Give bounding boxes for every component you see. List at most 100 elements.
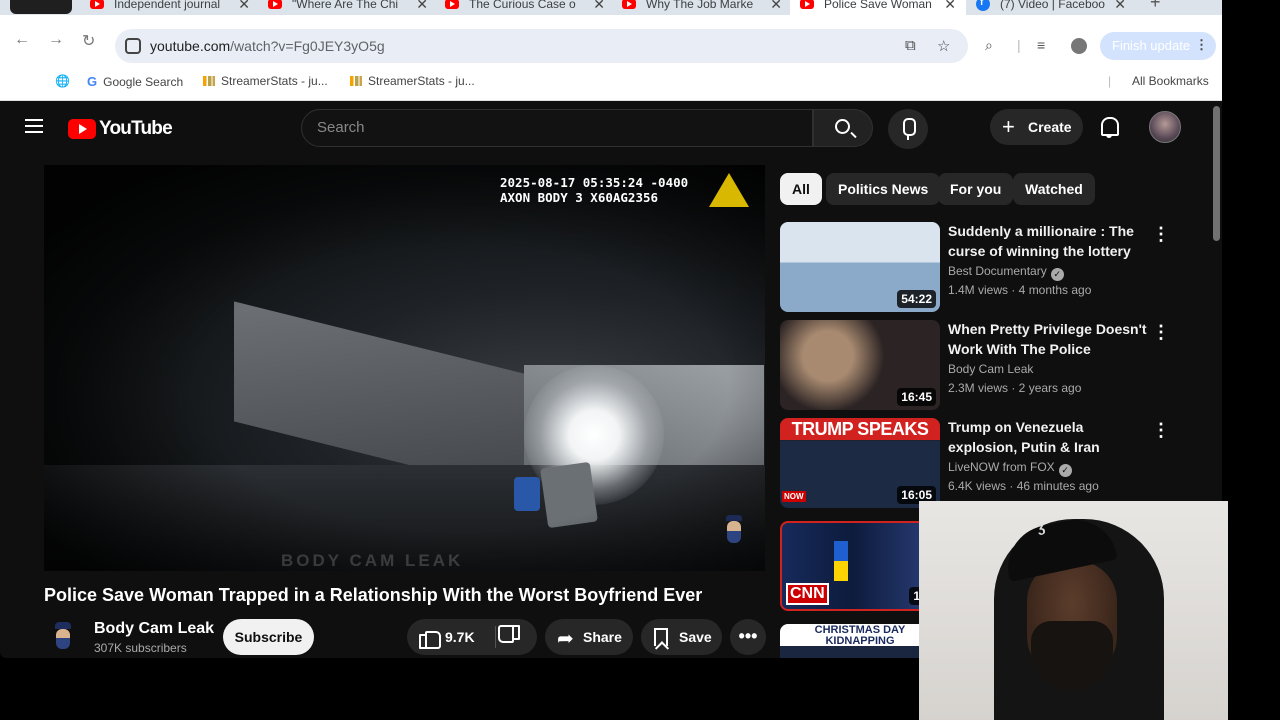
channel-watermark: BODY CAM LEAK bbox=[281, 551, 464, 570]
more-actions-button[interactable]: ••• bbox=[730, 619, 766, 655]
forward-icon[interactable]: → bbox=[48, 31, 64, 49]
video-thumbnail[interactable]: 54:22 bbox=[780, 222, 940, 312]
recommendation-channel-row: Best Documentary ✓ bbox=[948, 264, 1064, 281]
site-info-icon[interactable] bbox=[125, 38, 141, 54]
video-thumbnail[interactable]: 16:45 bbox=[780, 320, 940, 410]
tab-6[interactable]: (7) Video | Faceboo ✕ bbox=[976, 0, 1136, 15]
bodycam-timestamp: 2025-08-17 05:35:24 -0400 bbox=[500, 175, 689, 190]
bookmark-star-icon[interactable]: ☆ bbox=[937, 37, 950, 55]
recommendation-item[interactable]: 54:22 Suddenly a millionaire : The curse… bbox=[780, 222, 1200, 312]
duration-badge: 16:45 bbox=[897, 388, 936, 406]
globe-icon[interactable]: 🌐 bbox=[55, 74, 70, 88]
tab-2[interactable]: "Where Are The Chi ✕ bbox=[268, 0, 438, 15]
close-icon[interactable]: ✕ bbox=[770, 0, 782, 13]
recommendation-title[interactable]: Trump on Venezuela explosion, Putin & Ir… bbox=[948, 418, 1148, 457]
recommendation-title[interactable]: Suddenly a millionaire : The curse of wi… bbox=[948, 222, 1148, 261]
recommendation-channel[interactable]: Body Cam Leak bbox=[948, 362, 1033, 376]
thumbs-up-icon[interactable] bbox=[419, 627, 441, 649]
tab-title: Why The Job Marke bbox=[646, 0, 754, 11]
tab-title: (7) Video | Faceboo bbox=[1000, 0, 1105, 11]
url-text[interactable]: youtube.com/watch?v=Fg0JEY3yO5g bbox=[150, 38, 385, 54]
more-vert-icon[interactable]: ⋮ bbox=[1152, 420, 1170, 441]
video-thumbnail[interactable]: CNN 11: bbox=[780, 521, 940, 611]
youtube-play-icon bbox=[68, 119, 96, 139]
recommendation-item[interactable]: TRUMP SPEAKS NOW 16:05 Trump on Venezuel… bbox=[780, 418, 1200, 508]
tab-1[interactable]: Independent journal ✕ bbox=[90, 0, 260, 15]
close-icon[interactable]: ✕ bbox=[1114, 0, 1126, 13]
close-icon[interactable]: ✕ bbox=[416, 0, 428, 13]
bookmark-label: StreamerStats - ju... bbox=[221, 74, 328, 88]
search-button[interactable] bbox=[813, 109, 873, 147]
install-app-icon[interactable]: ⧉ bbox=[905, 37, 916, 54]
menu-icon[interactable] bbox=[25, 119, 43, 133]
address-bar[interactable]: youtube.com/watch?v=Fg0JEY3yO5g ⧉ ☆ bbox=[115, 29, 968, 63]
thumbs-down-icon[interactable] bbox=[502, 629, 520, 647]
back-icon[interactable]: ← bbox=[14, 31, 30, 49]
search-tabs-icon[interactable]: ⌕ bbox=[985, 37, 993, 54]
notifications-bell-icon[interactable] bbox=[1100, 117, 1119, 138]
recommendation-meta: 1.4M views · 4 months ago bbox=[948, 283, 1092, 297]
url-path: /watch?v=Fg0JEY3yO5g bbox=[230, 38, 385, 54]
account-avatar[interactable] bbox=[1149, 111, 1181, 143]
verified-check-icon: ✓ bbox=[1058, 464, 1072, 477]
profile-avatar-icon[interactable] bbox=[1071, 38, 1087, 54]
save-button[interactable]: Save bbox=[641, 619, 722, 655]
finish-update-button[interactable]: Finish update ⋮ bbox=[1100, 32, 1216, 60]
share-button[interactable]: ➦ Share bbox=[545, 619, 633, 655]
tab-pinned[interactable] bbox=[10, 0, 72, 14]
subscriber-count: 307K subscribers bbox=[94, 641, 187, 655]
youtube-wordmark: YouTube bbox=[99, 118, 173, 139]
close-icon[interactable]: ✕ bbox=[944, 0, 956, 13]
video-player[interactable]: 2025-08-17 05:35:24 -0400 AXON BODY 3 X6… bbox=[44, 165, 765, 571]
scrollbar-thumb[interactable] bbox=[1213, 106, 1220, 241]
chip-all[interactable]: All bbox=[780, 173, 822, 205]
reading-list-icon[interactable]: ≡ bbox=[1037, 37, 1045, 53]
chip-politics-news[interactable]: Politics News bbox=[826, 173, 941, 205]
tab-4[interactable]: Why The Job Marke ✕ bbox=[622, 0, 792, 15]
like-count[interactable]: 9.7K bbox=[445, 629, 475, 645]
youtube-icon bbox=[445, 0, 459, 9]
chip-for-you[interactable]: For you bbox=[938, 173, 1014, 205]
save-label: Save bbox=[679, 629, 712, 645]
recommendation-title[interactable]: When Pretty Privilege Doesn't Work With … bbox=[948, 320, 1148, 359]
chip-watched[interactable]: Watched bbox=[1013, 173, 1095, 205]
more-vert-icon[interactable]: ⋮ bbox=[1152, 322, 1170, 343]
all-bookmarks-label: All Bookmarks bbox=[1132, 74, 1209, 88]
all-bookmarks-button[interactable]: All Bookmarks bbox=[1132, 74, 1209, 88]
bookmarks-bar: 🌐 G Google Search StreamerStats - ju... … bbox=[0, 65, 1222, 101]
toolbar-divider: | bbox=[1017, 37, 1021, 53]
search-input[interactable] bbox=[317, 119, 787, 136]
finish-update-label: Finish update bbox=[1112, 38, 1191, 53]
duration-badge: 54:22 bbox=[897, 290, 936, 308]
subscribe-button[interactable]: Subscribe bbox=[223, 619, 314, 655]
bookmark-streamerstats-2[interactable]: StreamerStats - ju... bbox=[350, 74, 475, 88]
recommendation-channel[interactable]: LiveNOW from FOX bbox=[948, 460, 1055, 474]
channel-avatar[interactable] bbox=[47, 620, 79, 652]
reload-icon[interactable]: ↻ bbox=[82, 31, 95, 51]
bookmark-google-search[interactable]: G Google Search bbox=[87, 74, 183, 89]
recommendation-meta: 2.3M views · 2 years ago bbox=[948, 381, 1082, 395]
bookmark-label: StreamerStats - ju... bbox=[368, 74, 475, 88]
create-button[interactable]: + Create bbox=[990, 109, 1083, 145]
tab-5-active[interactable]: Police Save Woman ✕ bbox=[790, 0, 966, 15]
more-vert-icon[interactable]: ⋮ bbox=[1152, 224, 1170, 245]
more-vert-icon[interactable]: ⋮ bbox=[1195, 37, 1208, 53]
recommendation-channel[interactable]: Best Documentary bbox=[948, 264, 1047, 278]
tab-3[interactable]: The Curious Case o ✕ bbox=[445, 0, 615, 15]
voice-search-icon[interactable] bbox=[888, 109, 928, 149]
youtube-icon bbox=[268, 0, 282, 9]
close-icon[interactable]: ✕ bbox=[238, 0, 250, 13]
recommendation-item[interactable]: 16:45 When Pretty Privilege Doesn't Work… bbox=[780, 320, 1200, 410]
youtube-logo[interactable]: YouTube bbox=[68, 118, 173, 140]
close-icon[interactable]: ✕ bbox=[593, 0, 605, 13]
thumbnail-banner: CHRISTMAS DAY KIDNAPPING bbox=[780, 624, 940, 647]
video-thumbnail[interactable]: CHRISTMAS DAY KIDNAPPING bbox=[780, 624, 940, 658]
search-box bbox=[301, 109, 813, 147]
channel-name[interactable]: Body Cam Leak bbox=[94, 620, 214, 638]
create-label: Create bbox=[1028, 119, 1072, 135]
ukraine-flag-icon bbox=[834, 541, 848, 581]
video-thumbnail[interactable]: TRUMP SPEAKS NOW 16:05 bbox=[780, 418, 940, 508]
new-tab-icon[interactable]: + bbox=[1150, 0, 1161, 13]
tab-title: The Curious Case o bbox=[469, 0, 576, 11]
bookmark-streamerstats-1[interactable]: StreamerStats - ju... bbox=[203, 74, 328, 88]
